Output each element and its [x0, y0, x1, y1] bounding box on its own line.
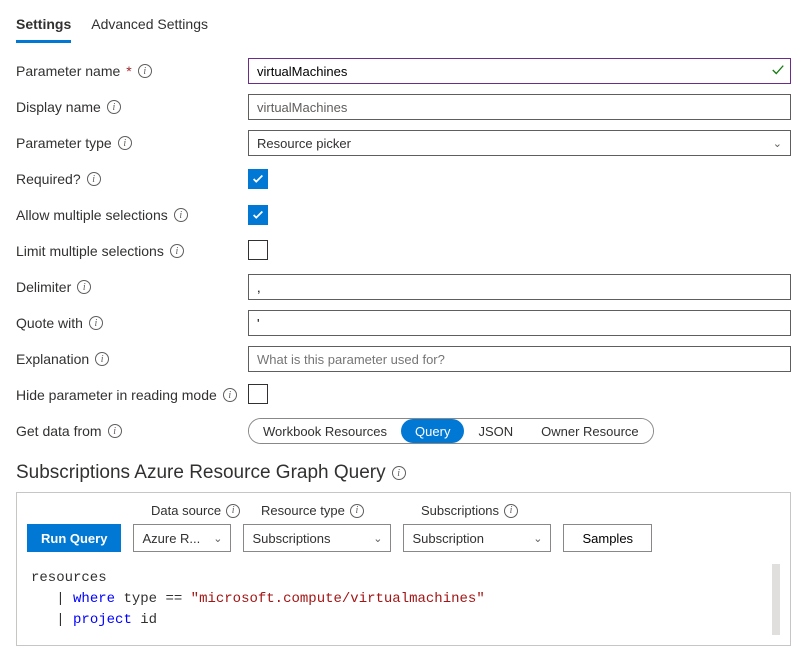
info-icon[interactable]: i	[223, 388, 237, 402]
pill-owner-resource[interactable]: Owner Resource	[527, 419, 653, 443]
label-resource-type: Resource type	[261, 503, 345, 518]
pill-query[interactable]: Query	[401, 419, 464, 443]
chevron-down-icon: ⌄	[533, 532, 542, 545]
info-icon[interactable]: i	[392, 466, 406, 480]
required-asterisk: *	[126, 63, 131, 79]
info-icon[interactable]: i	[87, 172, 101, 186]
label-parameter-type: Parameter type	[16, 135, 112, 151]
chevron-down-icon: ⌄	[373, 532, 382, 545]
resource-type-select[interactable]: Subscriptions⌄	[243, 524, 391, 552]
pill-json[interactable]: JSON	[464, 419, 527, 443]
limit-multiple-checkbox[interactable]	[248, 240, 268, 260]
label-quote-with: Quote with	[16, 315, 83, 331]
label-hide-parameter: Hide parameter in reading mode	[16, 387, 217, 403]
delimiter-input[interactable]	[248, 274, 791, 300]
info-icon[interactable]: i	[170, 244, 184, 258]
chevron-down-icon: ⌄	[213, 532, 222, 545]
subscriptions-select[interactable]: Subscription⌄	[403, 524, 551, 552]
label-get-data-from: Get data from	[16, 423, 102, 439]
label-data-source: Data source	[151, 503, 221, 518]
section-title: Subscriptions Azure Resource Graph Query	[16, 462, 386, 484]
info-icon[interactable]: i	[350, 504, 364, 518]
tab-advanced-settings[interactable]: Advanced Settings	[91, 12, 208, 43]
hide-parameter-checkbox[interactable]	[248, 384, 268, 404]
display-name-input[interactable]	[248, 94, 791, 120]
info-icon[interactable]: i	[107, 100, 121, 114]
samples-button[interactable]: Samples	[563, 524, 652, 552]
parameter-type-select[interactable]: Resource picker⌄	[248, 130, 791, 156]
label-allow-multiple: Allow multiple selections	[16, 207, 168, 223]
info-icon[interactable]: i	[174, 208, 188, 222]
pill-workbook-resources[interactable]: Workbook Resources	[249, 419, 401, 443]
get-data-from-pills: Workbook Resources Query JSON Owner Reso…	[248, 418, 654, 444]
run-query-button[interactable]: Run Query	[27, 524, 121, 552]
info-icon[interactable]: i	[77, 280, 91, 294]
query-code[interactable]: resources | where type == "microsoft.com…	[27, 564, 780, 635]
label-limit-multiple: Limit multiple selections	[16, 243, 164, 259]
query-editor: Data source i Resource type i Subscription…	[16, 492, 791, 646]
info-icon[interactable]: i	[108, 424, 122, 438]
parameter-name-input[interactable]	[248, 58, 791, 84]
checkmark-icon	[771, 63, 785, 80]
info-icon[interactable]: i	[118, 136, 132, 150]
label-explanation: Explanation	[16, 351, 89, 367]
explanation-input[interactable]	[248, 346, 791, 372]
quote-with-input[interactable]	[248, 310, 791, 336]
label-delimiter: Delimiter	[16, 279, 71, 295]
info-icon[interactable]: i	[138, 64, 152, 78]
label-parameter-name: Parameter name	[16, 63, 120, 79]
info-icon[interactable]: i	[89, 316, 103, 330]
data-source-select[interactable]: Azure R...⌄	[133, 524, 231, 552]
info-icon[interactable]: i	[504, 504, 518, 518]
label-subscriptions: Subscriptions	[421, 503, 499, 518]
info-icon[interactable]: i	[95, 352, 109, 366]
required-checkbox[interactable]	[248, 169, 268, 189]
label-required: Required?	[16, 171, 81, 187]
allow-multiple-checkbox[interactable]	[248, 205, 268, 225]
info-icon[interactable]: i	[226, 504, 240, 518]
chevron-down-icon: ⌄	[773, 137, 782, 150]
label-display-name: Display name	[16, 99, 101, 115]
tab-settings[interactable]: Settings	[16, 12, 71, 43]
